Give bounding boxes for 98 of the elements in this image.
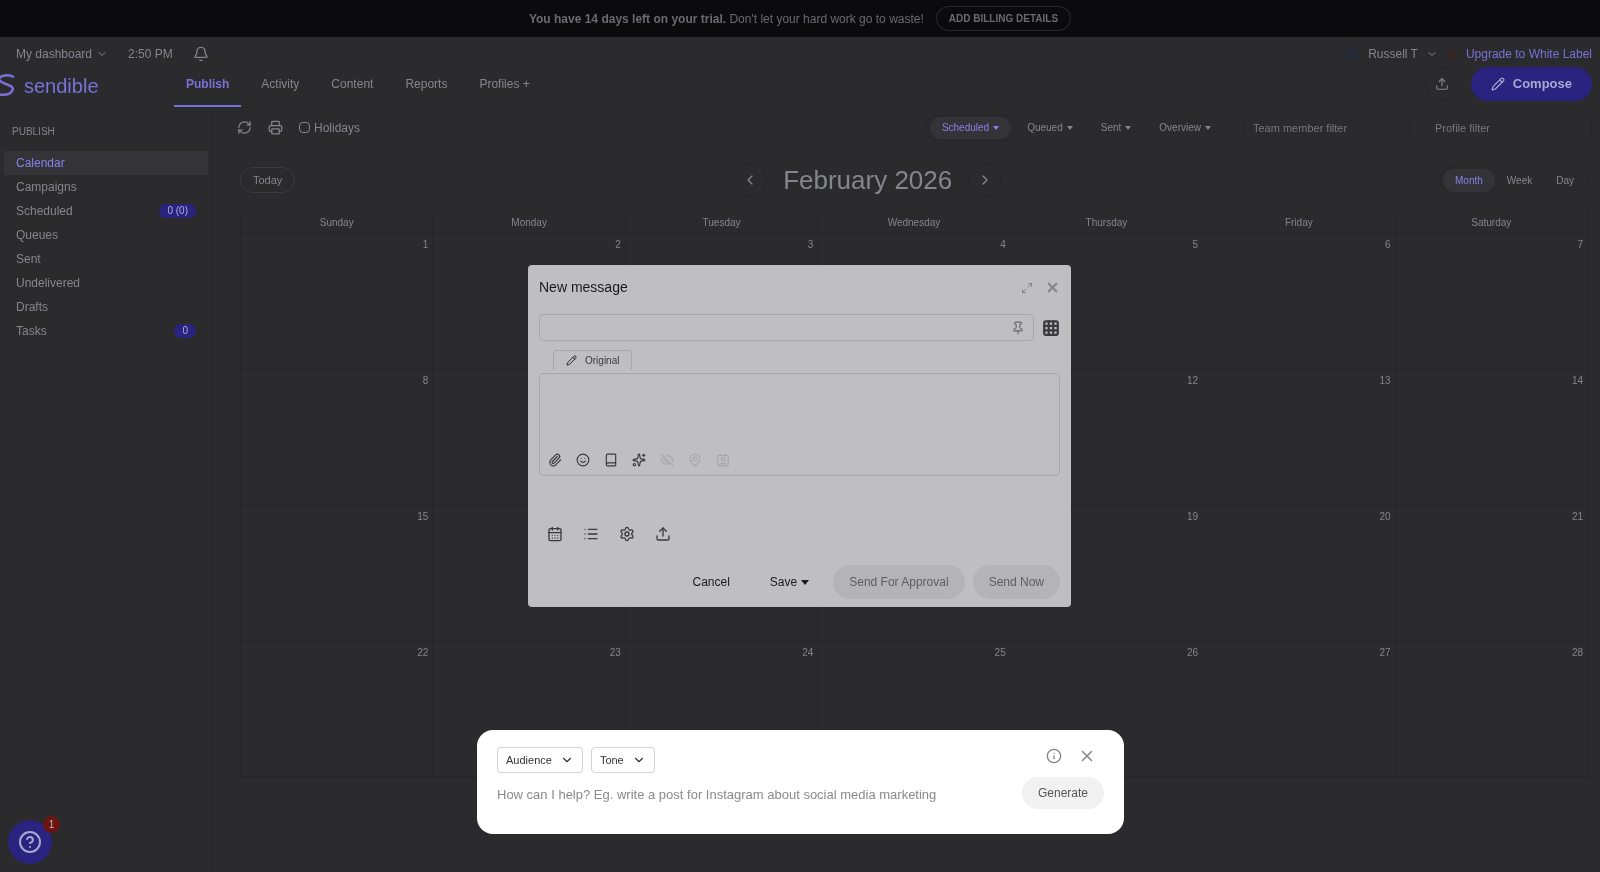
day-number: 7 [1577, 239, 1583, 250]
month-title: February 2026 [783, 163, 953, 197]
nav-tab[interactable]: Publish [174, 75, 242, 107]
tone-dropdown[interactable]: Tone [590, 747, 655, 773]
day-number: 13 [1379, 375, 1391, 386]
day-number: 25 [994, 647, 1006, 658]
smile-icon [576, 453, 590, 467]
sidebar-item[interactable]: Scheduled 0 (0) [4, 199, 208, 223]
day-number: 22 [417, 647, 429, 658]
view-toggle[interactable]: Month [1443, 168, 1495, 192]
day-number: 5 [1192, 239, 1199, 250]
weekday-header: Wednesday [818, 213, 1011, 233]
holidays-checkbox[interactable] [299, 122, 310, 133]
weekday-header: Monday [433, 213, 626, 233]
grid-icon [1042, 318, 1060, 337]
book-icon [604, 453, 618, 467]
list-icon [583, 526, 599, 542]
calendar-icon [547, 526, 563, 542]
notification-badge: 1 [43, 816, 60, 833]
dialog-title: New message [539, 278, 628, 297]
sidebar-item[interactable]: Tasks 0 [4, 319, 208, 343]
original-tab[interactable]: Original [553, 350, 633, 370]
info-icon[interactable] [1046, 748, 1062, 764]
weekday-header: Friday [1203, 213, 1396, 233]
day-number: 21 [1571, 511, 1583, 522]
save-button[interactable]: Save [753, 565, 826, 599]
question-mark-icon [18, 830, 42, 854]
help-button[interactable] [8, 820, 52, 864]
weekday-header: Thursday [1010, 213, 1204, 233]
sidebar-item[interactable]: Campaigns [4, 175, 208, 199]
day-number: 6 [1385, 239, 1391, 250]
nav-tab[interactable]: Activity [249, 75, 312, 107]
audience-dropdown[interactable]: Audience [497, 747, 583, 773]
day-number: 12 [1187, 375, 1199, 386]
user-name[interactable]: Russell T [1368, 45, 1418, 63]
bell-icon [192, 46, 209, 62]
day-number: 26 [1187, 647, 1199, 658]
day-number: 3 [807, 239, 814, 250]
sidebar-item[interactable]: Drafts [4, 295, 208, 319]
pencil-icon [1490, 77, 1505, 91]
status-filter[interactable]: Scheduled [929, 116, 1012, 139]
lightning-icon [1445, 48, 1458, 60]
profile-filter[interactable]: Profile filter [1426, 114, 1592, 141]
prompt-input[interactable]: How can I help? Eg. write a post for Instagram about social media marketing [497, 785, 967, 805]
sidebar-item[interactable]: Queues [4, 223, 208, 247]
pin-icon [1011, 320, 1025, 335]
nav-tab[interactable]: Reports [393, 75, 460, 107]
view-toggle[interactable]: Day [1544, 168, 1586, 192]
compose-button[interactable]: Compose [1470, 67, 1592, 101]
upgrade-link[interactable]: Upgrade to White Label [1465, 45, 1592, 63]
day-number: 4 [1000, 239, 1006, 250]
day-number: 20 [1379, 511, 1391, 522]
view-toggle[interactable]: Week [1494, 168, 1545, 192]
sidebar-item[interactable]: Sent [4, 247, 208, 271]
message-editor[interactable] [539, 373, 1060, 476]
day-number: 27 [1379, 647, 1391, 658]
day-number: 15 [417, 511, 429, 522]
eye-slash-icon [660, 453, 674, 467]
day-number: 24 [802, 647, 814, 658]
profile-selector-field[interactable] [539, 314, 1034, 341]
paperclip-icon [548, 453, 562, 467]
weekday-header: Sunday [241, 213, 434, 233]
nav-tab[interactable]: Profiles + [467, 75, 542, 107]
status-filter[interactable]: Sent [1088, 116, 1144, 139]
day-number: 28 [1571, 647, 1583, 658]
print-icon [268, 120, 283, 135]
day-number: 19 [1187, 511, 1199, 522]
refresh-icon [237, 120, 252, 135]
count-badge: 0 (0) [159, 204, 196, 218]
status-filter[interactable]: Queued [1015, 116, 1085, 139]
cancel-button[interactable]: Cancel [676, 565, 746, 599]
day-number: 1 [422, 239, 429, 250]
holidays-label: Holidays [314, 119, 361, 137]
sidebar-heading: PUBLISH [11, 125, 56, 139]
day-number: 14 [1571, 375, 1583, 386]
trial-message: You have 14 days left on your trial. Don't let your hard work go to waste! [528, 10, 924, 28]
close-icon[interactable] [1045, 280, 1060, 295]
weekday-header: Saturday [1395, 213, 1588, 233]
generate-button[interactable]: Generate [1021, 777, 1104, 809]
pencil-icon [566, 355, 577, 366]
weekday-header: Tuesday [625, 213, 819, 233]
day-number: 8 [422, 375, 429, 386]
nav-tab[interactable]: Content [319, 75, 386, 107]
sidebar-item[interactable]: Calendar [4, 151, 208, 175]
dashboard-dropdown[interactable]: My dashboard [16, 45, 109, 63]
sidebar-item[interactable]: Undelivered [4, 271, 208, 295]
status-filter[interactable]: Overview [1147, 116, 1223, 139]
count-badge: 0 [174, 324, 196, 338]
day-number: 2 [615, 239, 621, 250]
logo-wordmark: sendible [24, 74, 99, 99]
sparkle-icon [632, 453, 646, 467]
expand-icon[interactable] [1021, 281, 1033, 294]
team-member-filter[interactable]: Team member filter [1244, 114, 1410, 141]
upload-icon [655, 526, 671, 542]
settings-icon [619, 526, 635, 542]
day-number: 23 [609, 647, 621, 658]
clock-time: 2:50 PM [128, 46, 173, 63]
upload-icon [1434, 77, 1449, 91]
